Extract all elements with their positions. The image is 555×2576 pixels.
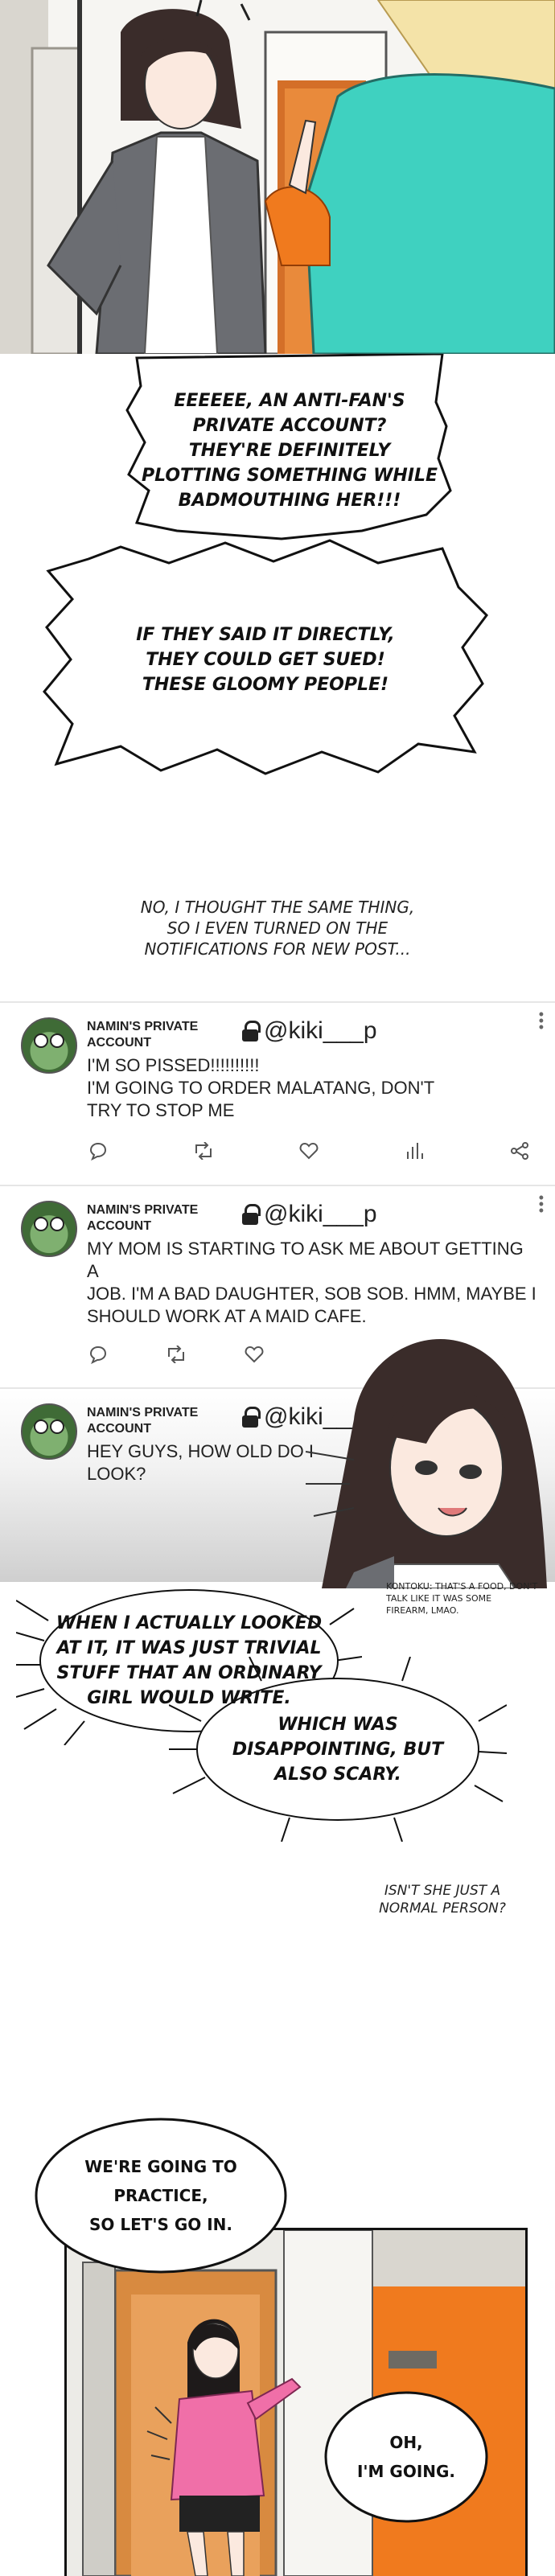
translator-note: KONTOKU: THAT'S A FOOD, DON'T TALK LIKE …: [386, 1581, 538, 1616]
lock-icon: [241, 1204, 261, 1225]
lock-icon: [241, 1407, 261, 1428]
speech-bubble-2: IF THEY SAID IT DIRECTLY, THEY COULD GET…: [40, 539, 491, 780]
avatar[interactable]: [21, 1017, 77, 1074]
share-icon[interactable]: [508, 1140, 531, 1162]
avatar[interactable]: [21, 1201, 77, 1257]
account-handle[interactable]: @kiki___p: [241, 1017, 377, 1045]
tweet-body: I'M SO PISSED!!!!!!!!!! I'M GOING TO ORD…: [87, 1055, 435, 1120]
speech-bubble-4-text: WHICH WAS DISAPPOINTING, BUT ALSO SCARY.: [232, 1714, 444, 1785]
account-name: NAMIN'S PRIVATE ACCOUNT: [87, 1203, 199, 1233]
like-icon[interactable]: [298, 1140, 320, 1162]
tweet-body: MY MOM IS STARTING TO ASK ME ABOUT GETTI…: [87, 1239, 536, 1326]
handle-text: @kiki___p: [264, 1017, 377, 1044]
retweet-icon[interactable]: [192, 1140, 215, 1162]
illustration-girl-smiling: [306, 1339, 547, 1588]
tweet-card-1[interactable]: NAMIN'S PRIVATE ACCOUNT @kiki___p • • • I'…: [0, 1001, 555, 1184]
speech-bubble-6: OH, I'M GOING.: [322, 2389, 491, 2525]
retweet-icon[interactable]: [165, 1343, 187, 1366]
avatar[interactable]: [21, 1403, 77, 1460]
more-icon[interactable]: • • •: [539, 1190, 544, 1218]
reply-icon[interactable]: [87, 1140, 109, 1162]
speech-bubble-5: WE'RE GOING TO PRACTICE, SO LET'S GO IN.: [32, 2115, 290, 2276]
panel-hallway-top: [0, 0, 555, 354]
account-name: NAMIN'S PRIVATE ACCOUNT: [87, 1020, 199, 1050]
like-icon[interactable]: [243, 1343, 265, 1366]
illustration-top: [0, 0, 555, 354]
narration-2: ISN'T SHE JUST A NORMAL PERSON?: [379, 1883, 506, 1917]
lock-icon: [241, 1021, 261, 1041]
speech-bubble-3-text: WHEN I ACTUALLY LOOKED AT IT, IT WAS JUS…: [56, 1613, 323, 1708]
account-name: NAMIN'S PRIVATE ACCOUNT: [87, 1406, 199, 1436]
handle-text: @kiki___p: [264, 1201, 377, 1227]
tweet-actions: [87, 1140, 531, 1162]
reply-icon[interactable]: [87, 1343, 109, 1366]
views-icon[interactable]: [403, 1140, 426, 1162]
speech-bubble-5-text: WE'RE GOING TO PRACTICE, SO LET'S GO IN.: [84, 2157, 237, 2234]
more-icon[interactable]: • • •: [539, 1007, 544, 1034]
speech-bubble-2-text: IF THEY SAID IT DIRECTLY, THEY COULD GET…: [136, 624, 395, 695]
tweet-feed: NAMIN'S PRIVATE ACCOUNT @kiki___p • • • I'…: [0, 1001, 555, 1588]
account-handle[interactable]: @kiki___p: [241, 1201, 377, 1228]
speech-bubble-6-text: OH, I'M GOING.: [356, 2433, 456, 2481]
speech-bubble-1: EEEEEE, AN ANTI-FAN'S PRIVATE ACCOUNT? T…: [121, 354, 458, 547]
narration-1: NO, I THOUGHT THE SAME THING, SO I EVEN …: [140, 898, 415, 959]
tweet-actions: [87, 1343, 265, 1366]
speech-bubble-1-text: EEEEEE, AN ANTI-FAN'S PRIVATE ACCOUNT? T…: [141, 390, 438, 511]
